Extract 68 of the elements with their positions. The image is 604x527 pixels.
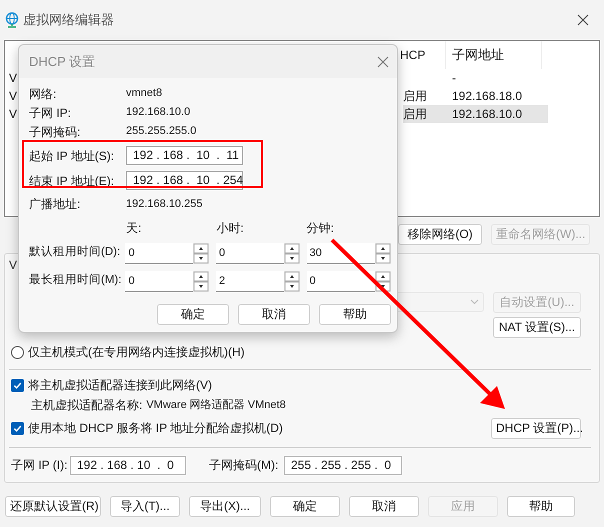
adapter-name: VMware 网络适配器 VMnet8	[146, 398, 286, 413]
ip-field[interactable]: 192 . 168 . 10 . 11	[126, 146, 243, 165]
button[interactable]: 帮助	[319, 304, 391, 324]
ip-field[interactable]: 192 . 168 . 10 . 0	[70, 456, 186, 474]
close-icon[interactable]	[577, 14, 589, 26]
table-cell: 启用	[403, 107, 427, 121]
field-label: 广播地址:	[29, 196, 82, 213]
field-label: 主机虚拟适配器名称:	[31, 397, 142, 414]
field-value: 192.168.10.0	[126, 105, 190, 120]
button[interactable]: 取消	[238, 304, 310, 324]
field-label: 子网掩码:	[29, 124, 82, 140]
field-value: 255.255.255.0	[126, 124, 196, 140]
column-label: 天:	[126, 221, 142, 235]
table-cell: 192.168.18.0	[452, 89, 522, 103]
button[interactable]: 还原默认设置(R)	[5, 496, 101, 516]
dialog-title: DHCP 设置	[29, 52, 96, 71]
field-label: 子网 IP (I):	[11, 457, 68, 474]
spin-box[interactable]: 0	[216, 242, 300, 264]
button[interactable]: 确定	[157, 304, 229, 324]
spin-box[interactable]: 0	[125, 242, 210, 264]
chevron-icon	[470, 299, 479, 305]
field-value: vmnet8	[126, 86, 162, 102]
spin-arrows-icon[interactable]	[193, 270, 210, 292]
checkbox[interactable]	[11, 422, 24, 434]
mask-field[interactable]: 255 . 255 . 255 . 0	[284, 456, 402, 474]
spin-box[interactable]: 30	[306, 242, 390, 264]
button[interactable]: 导入(T)...	[110, 496, 180, 516]
field-label: 子网 IP:	[29, 104, 72, 122]
button[interactable]: NAT 设置(S)...	[493, 316, 581, 338]
column-label: 小时:	[216, 221, 244, 235]
button[interactable]: 取消	[349, 496, 419, 516]
field-label: 默认租用时间(D):	[29, 244, 122, 260]
table-cell: V	[9, 89, 18, 103]
field-value: 192.168.10.255	[126, 196, 202, 212]
button[interactable]: 移除网络(O)	[398, 224, 482, 244]
column-header[interactable]: 子网地址	[452, 45, 504, 65]
table-cell: V	[9, 71, 18, 85]
table-cell: 192.168.10.0	[452, 107, 522, 121]
checkbox[interactable]	[11, 378, 24, 392]
group-label: V	[9, 258, 18, 272]
field-label: 起始 IP 地址(S):	[29, 148, 116, 164]
row-highlight[interactable]	[403, 105, 548, 123]
spin-arrows-icon[interactable]	[374, 242, 390, 264]
column-header[interactable]: HCP	[400, 46, 426, 64]
spin-box[interactable]: 2	[216, 270, 300, 292]
field-label: 子网掩码(M):	[209, 457, 280, 474]
table-cell: V	[9, 107, 18, 121]
radio-button[interactable]	[11, 346, 24, 358]
radio-label: 仅主机模式(在专用网络内连接虚拟机)(H)	[28, 344, 245, 361]
checkbox-label: 使用本地 DHCP 服务将 IP 地址分配给虚拟机(D)	[28, 420, 283, 437]
window-title: 虚拟网络编辑器	[23, 11, 114, 30]
button[interactable]: 帮助	[507, 496, 575, 516]
column-label: 分钟:	[306, 221, 334, 235]
button[interactable]: DHCP 设置(P)...	[491, 418, 581, 438]
checkbox-label: 将主机虚拟适配器连接到此网络(V)	[28, 377, 212, 394]
globe-icon	[5, 12, 19, 28]
spin-arrows-icon[interactable]	[284, 270, 300, 292]
spin-box[interactable]: 0	[306, 270, 390, 292]
close-icon[interactable]	[377, 56, 389, 68]
field-label: 网络:	[29, 86, 58, 102]
spin-arrows-icon[interactable]	[284, 242, 300, 264]
button[interactable]: 导出(X)...	[189, 496, 261, 516]
spin-arrows-icon[interactable]	[193, 242, 210, 264]
button[interactable]: 确定	[270, 496, 340, 516]
table-cell: -	[452, 71, 456, 85]
table-cell: 启用	[403, 89, 427, 103]
field-label: 最长租用时间(M):	[29, 272, 122, 288]
spin-box[interactable]: 0	[125, 270, 210, 292]
